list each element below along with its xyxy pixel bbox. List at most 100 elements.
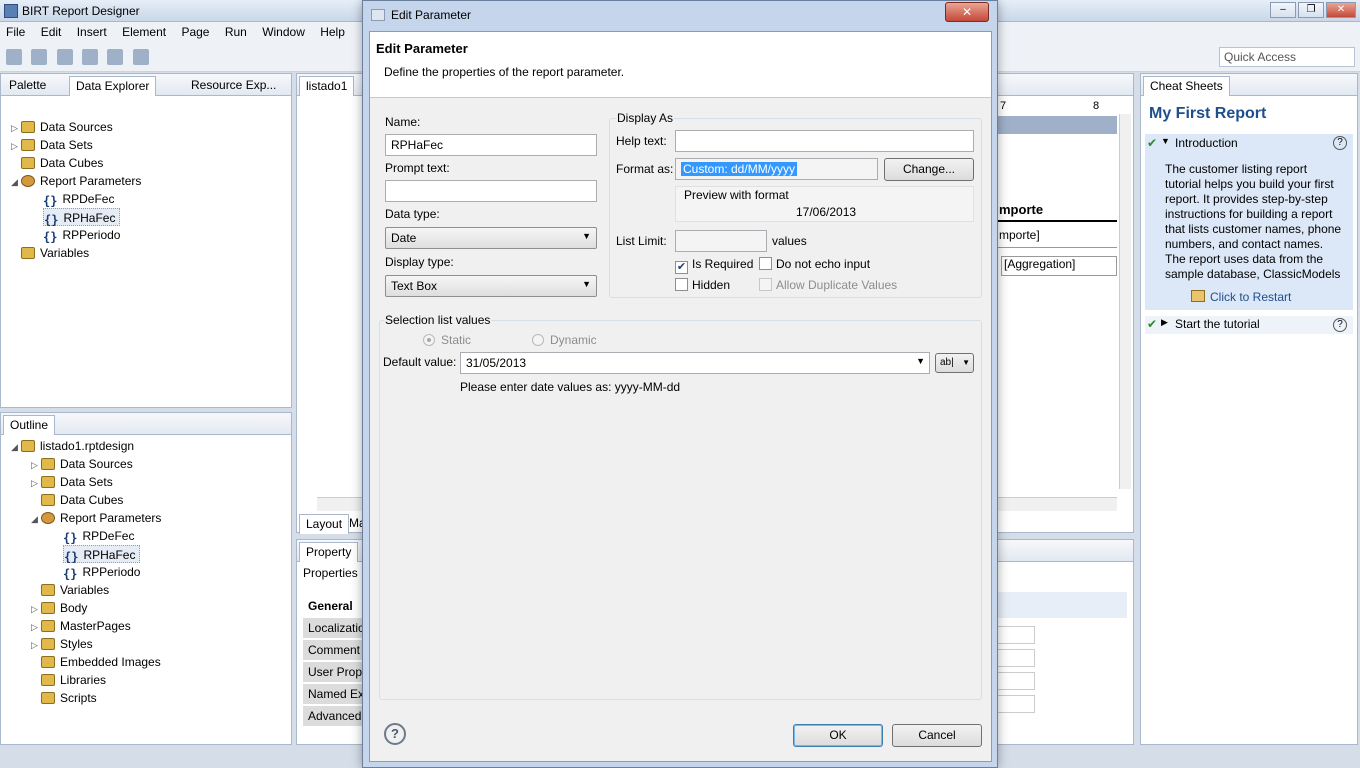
tree-data-sets[interactable]: ▷ Data Sets [11,136,93,154]
category-user-properties[interactable]: User Prop [303,662,363,682]
close-window-button[interactable]: ✕ [1326,2,1356,18]
tab-layout[interactable]: Layout [299,514,350,534]
cancel-button[interactable]: Cancel [892,724,982,747]
chevron-down-icon: ▼ [962,358,970,367]
outline-param-rphafec[interactable]: {} RPHaFec [63,545,141,564]
save-icon[interactable] [31,49,48,65]
help-icon[interactable]: ? [1333,136,1347,150]
allow-duplicate-values-checkbox[interactable]: Allow Duplicate Values [759,278,897,292]
table-cell[interactable]: mporte] [997,228,1117,248]
format-as-field[interactable]: Custom: dd/MM/yyyy [675,158,878,180]
dialog-close-button[interactable]: ✕ [945,2,989,22]
outline-data-cubes[interactable]: Data Cubes [31,491,123,509]
outline-report-parameters[interactable]: ◢ Report Parameters [31,509,161,527]
is-required-checkbox[interactable]: ✔ Is Required [675,257,753,274]
checkbox-icon [675,278,688,291]
menu-insert[interactable]: Insert [71,22,113,42]
data-source-icon [21,121,35,133]
ok-button[interactable]: OK [793,724,883,747]
preview-icon[interactable] [56,49,73,65]
list-limit-input[interactable] [675,230,767,252]
intro-label[interactable]: Introduction [1175,136,1238,150]
property-field[interactable] [997,695,1035,713]
outline-masterpages[interactable]: ▷ MasterPages [31,617,131,635]
menu-edit[interactable]: Edit [35,22,68,42]
start-tutorial-label[interactable]: Start the tutorial [1175,317,1260,331]
tab-listado1[interactable]: listado1 [299,76,355,96]
category-advanced[interactable]: Advanced [303,706,363,726]
parameter-braces-icon: {} [63,567,78,581]
tree-param-rpperiodo[interactable]: {} RPPeriodo [43,226,120,244]
minimize-button[interactable]: – [1270,2,1296,18]
forward-icon[interactable] [107,49,124,65]
outline-param-rpperiodo[interactable]: {} RPPeriodo [63,563,140,581]
chevron-down-icon[interactable]: ▼ [916,356,925,366]
category-comments[interactable]: Comment [303,640,363,660]
pin-icon[interactable] [132,49,149,65]
table-cell[interactable]: mporte [997,202,1117,222]
tab-outline[interactable]: Outline [3,415,56,435]
tab-data-explorer[interactable]: Data Explorer [69,76,157,96]
tree-report-parameters[interactable]: ◢ Report Parameters [11,172,141,190]
data-type-select[interactable]: Date ▼ [385,227,597,249]
expression-builder-button[interactable]: ab| ▼ [935,353,974,373]
tree-param-rphafec[interactable]: {} RPHaFec [43,208,121,227]
outline-root[interactable]: ◢ listado1.rptdesign [11,437,134,455]
menu-file[interactable]: File [0,22,31,42]
help-icon[interactable]: ? [1333,318,1347,332]
name-input[interactable]: RPHaFec [385,134,597,156]
tree-param-rpdefec[interactable]: {} RPDeFec [43,190,114,208]
menu-run[interactable]: Run [219,22,253,42]
outline-data-sets[interactable]: ▷ Data Sets [31,473,113,491]
category-localization[interactable]: Localizatio [303,618,363,638]
category-named-expressions[interactable]: Named Ex [303,684,363,704]
outline-styles[interactable]: ▷ Styles [31,635,93,653]
expand-arrow-icon[interactable]: ▼ [1161,136,1170,146]
change-format-button[interactable]: Change... [884,158,974,181]
back-icon[interactable] [82,49,99,65]
property-field[interactable] [997,626,1035,644]
hidden-checkbox[interactable]: Hidden [675,278,730,292]
outline-param-rpdefec[interactable]: {} RPDeFec [63,527,134,545]
click-to-restart-link[interactable]: Click to Restart [1210,290,1291,304]
help-text-label: Help text: [616,134,667,148]
cheat-sheets-tabbar: Cheat Sheets [1141,74,1357,96]
tab-properties[interactable]: Properties [303,566,358,580]
outline-body[interactable]: ▷ Body [31,599,87,617]
display-type-select[interactable]: Text Box ▼ [385,275,597,297]
tree-variables[interactable]: Variables [11,244,89,262]
static-radio[interactable]: Static [423,333,471,347]
table-cell[interactable]: [Aggregation] [1001,256,1117,276]
default-value-combo[interactable]: 31/05/2013 ▼ [460,352,930,374]
tree-data-cubes[interactable]: Data Cubes [11,154,103,172]
tab-resource-explorer[interactable]: Resource Exp... [185,76,282,96]
new-icon[interactable] [6,49,22,65]
tree-data-sources[interactable]: ▷ Data Sources [11,118,113,136]
outline-data-sources[interactable]: ▷ Data Sources [31,455,133,473]
property-field[interactable] [997,649,1035,667]
menu-element[interactable]: Element [116,22,172,42]
menu-help[interactable]: Help [314,22,351,42]
outline-variables[interactable]: Variables [31,581,109,599]
outline-scripts[interactable]: Scripts [31,689,97,707]
menu-page[interactable]: Page [175,22,215,42]
tab-cheat-sheets[interactable]: Cheat Sheets [1143,76,1230,96]
tab-palette[interactable]: Palette [3,76,52,96]
editor-vscrollbar[interactable] [1119,114,1131,489]
tab-property-editor[interactable]: Property [299,542,359,562]
variables-icon [41,584,55,596]
quick-access-input[interactable]: Quick Access [1219,47,1355,67]
help-icon[interactable]: ? [384,723,406,745]
dynamic-radio[interactable]: Dynamic [532,333,597,347]
do-not-echo-checkbox[interactable]: Do not echo input [759,257,870,271]
prompt-text-input[interactable] [385,180,597,202]
outline-embedded-images[interactable]: Embedded Images [31,653,161,671]
help-text-input[interactable] [675,130,974,152]
report-file-icon [21,440,35,452]
category-general[interactable]: General [303,596,363,616]
expand-arrow-icon[interactable]: ▶ [1161,317,1168,328]
property-field[interactable] [997,672,1035,690]
restore-button[interactable]: ❐ [1298,2,1324,18]
outline-libraries[interactable]: Libraries [31,671,106,689]
menu-window[interactable]: Window [256,22,311,42]
